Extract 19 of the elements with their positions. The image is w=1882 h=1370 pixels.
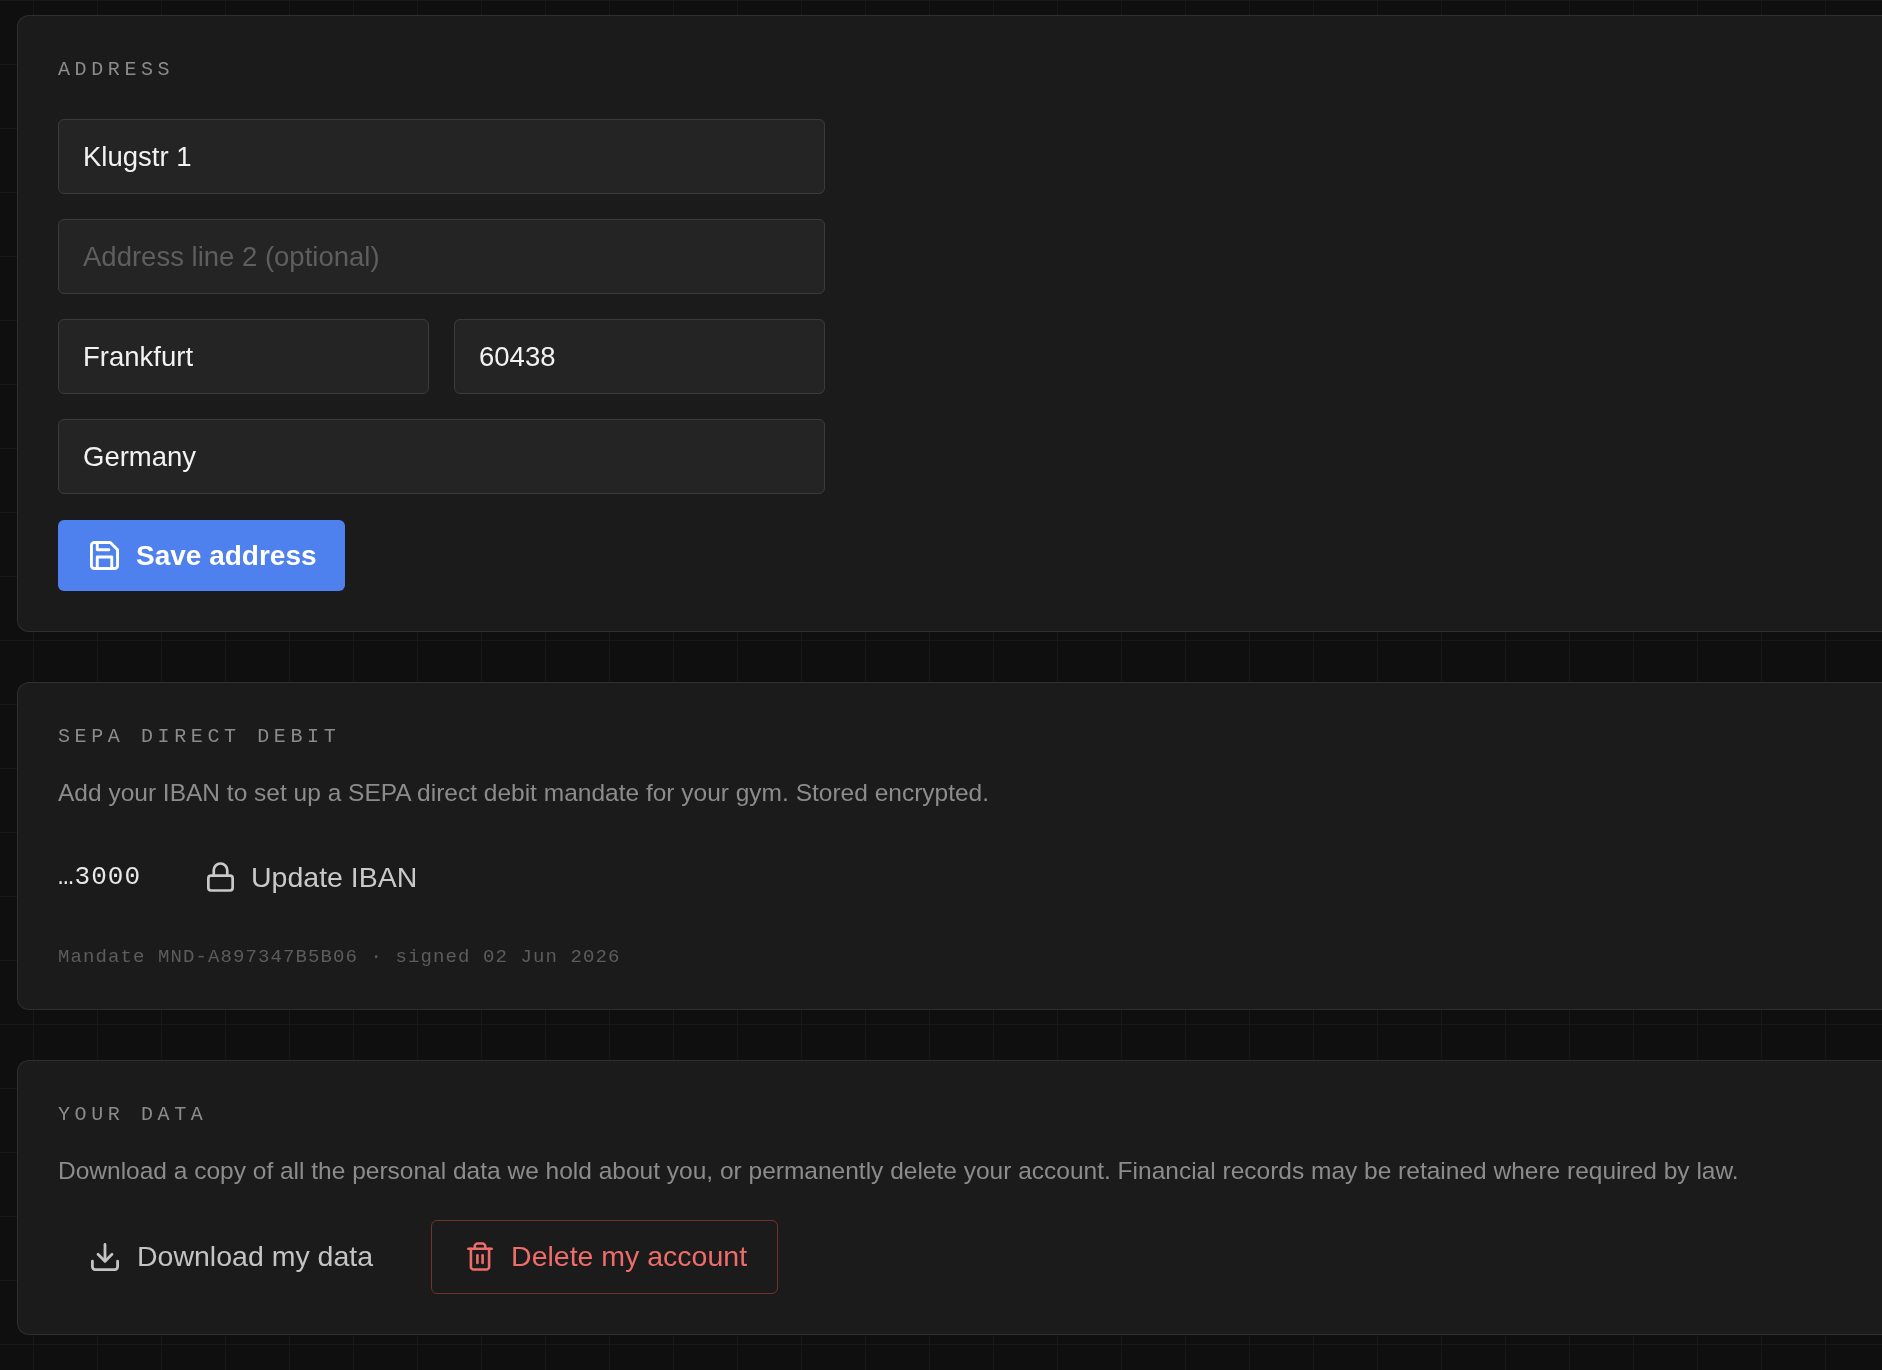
delete-account-button[interactable]: Delete my account (431, 1219, 779, 1294)
section-title: ADDRESS (58, 58, 175, 82)
input-field[interactable]: Frankfurt (58, 319, 429, 394)
input-field[interactable]: Address line 2 (optional) (58, 219, 825, 294)
input-field[interactable]: Germany (58, 419, 825, 494)
mandate-text: Mandate MND-A897347B5B06 · signed 02 Jun 2026 (58, 944, 621, 969)
download-icon (91, 1242, 119, 1271)
section-title: YOUR DATA (58, 1102, 208, 1127)
section-title: SEPA DIRECT DEBIT (58, 725, 341, 749)
save-button[interactable]: Save address (58, 520, 345, 591)
download-button[interactable]: Download my data (58, 1219, 407, 1294)
iban-suffix-text: …3000 (58, 861, 141, 895)
description-text: Download a copy of all the personal data we hold about you, or permanently delete your account. Financial records may be retained where required by law. (58, 1155, 1739, 1186)
description-text: Add your IBAN to set up a SEPA direct debit mandate for your gym. Stored encrypted. (58, 778, 990, 808)
update-iban-button[interactable]: Update IBAN (199, 854, 426, 901)
input-field[interactable]: 60438 (454, 319, 825, 394)
input-field[interactable]: Klugstr 1 (58, 119, 825, 194)
trash-icon (467, 1242, 494, 1272)
lock-icon (207, 862, 234, 893)
